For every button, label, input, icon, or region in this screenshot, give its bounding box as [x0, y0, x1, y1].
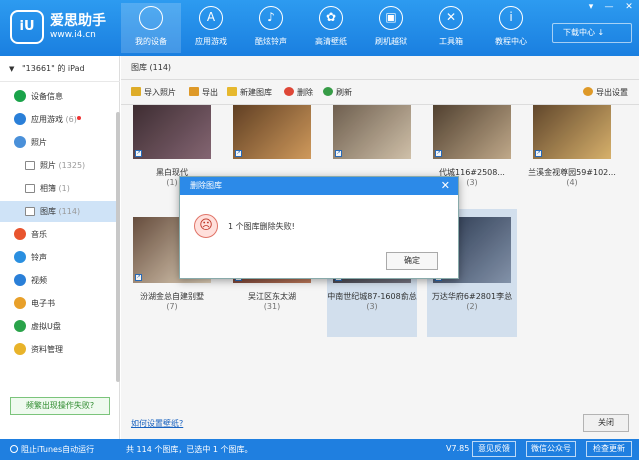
nav-label: 酷炫铃声: [255, 37, 287, 46]
nav-info[interactable]: i 教程中心: [481, 3, 541, 53]
sidebar-item-0[interactable]: 设备信息: [0, 86, 116, 107]
dialog-title: 删除图库: [190, 181, 222, 190]
app-window: iU 爱思助手 www.i4.cn 我的设备 A 应用游戏 ♪ 酷炫铃声 ✿ 高清壁纸 ▣ 刷机…: [0, 0, 639, 460]
video-icon: [14, 274, 26, 286]
radio-icon[interactable]: [10, 445, 18, 453]
nav-tools[interactable]: ✕ 工具箱: [421, 3, 481, 53]
folder-icon: [25, 161, 35, 170]
file-icon: [14, 343, 26, 355]
folder-icon: [25, 207, 35, 216]
sad-face-icon: ☹: [194, 214, 218, 238]
sidebar-item-count: (1325): [58, 161, 86, 170]
sidebar-item-label: 图库: [40, 207, 56, 216]
close-window-icon[interactable]: ✕: [624, 2, 634, 12]
sidebar-item-7[interactable]: 铃声: [0, 247, 116, 268]
app-store-icon: A: [199, 6, 223, 30]
block-itunes-toggle[interactable]: 阻止iTunes自动运行: [10, 444, 94, 455]
brand-title: 爱思助手: [50, 13, 106, 29]
dialog-message: 1 个图库删除失败!: [228, 222, 295, 231]
notification-dot: [76, 116, 81, 120]
check-update-button[interactable]: 检查更新: [586, 441, 632, 457]
nav-app-store[interactable]: A 应用游戏: [181, 3, 241, 53]
sidebar-item-label: 照片: [31, 138, 47, 147]
menu-dropdown-icon[interactable]: ▾: [586, 2, 596, 12]
sidebar-item-label: 资料管理: [31, 345, 63, 354]
nav-label: 工具箱: [439, 37, 463, 46]
collapse-caret-icon[interactable]: ▼: [9, 56, 14, 82]
minimize-icon[interactable]: —: [604, 2, 614, 12]
sidebar-item-11[interactable]: 资料管理: [0, 339, 116, 360]
status-bar: 阻止iTunes自动运行 共 114 个图库，已选中 1 个图库。 V7.85 …: [0, 439, 639, 460]
sidebar-item-count: (6): [65, 115, 77, 124]
info-icon: i: [499, 6, 523, 30]
wechat-button[interactable]: 微信公众号: [526, 441, 576, 457]
nav-apple[interactable]: 我的设备: [121, 3, 181, 53]
sidebar: ▼ "13661" 的 iPad 设备信息 应用游戏 (6) 照片 照片 (1325)…: [0, 56, 120, 439]
brand-url: www.i4.cn: [50, 30, 96, 40]
app-logo: iU 爱思助手 www.i4.cn: [6, 8, 126, 48]
top-navigation-bar: iU 爱思助手 www.i4.cn 我的设备 A 应用游戏 ♪ 酷炫铃声 ✿ 高清壁纸 ▣ 刷机…: [0, 0, 639, 56]
flower-icon: ✿: [319, 6, 343, 30]
dialog-header: 删除图库 ✕: [180, 177, 458, 195]
nav-label: 刷机越狱: [375, 37, 407, 46]
device-name: "13661" 的 iPad: [22, 64, 85, 73]
sidebar-item-label: 音乐: [31, 230, 47, 239]
sidebar-item-count: (114): [58, 207, 81, 216]
sidebar-item-1[interactable]: 应用游戏 (6): [0, 109, 116, 130]
sidebar-item-10[interactable]: 虚拟U盘: [0, 316, 116, 337]
sidebar-item-4[interactable]: 相簿 (1): [0, 178, 116, 199]
info-icon: [14, 90, 26, 102]
sidebar-item-label: 照片: [40, 161, 56, 170]
device-selector[interactable]: ▼ "13661" 的 iPad: [0, 56, 120, 82]
apple-icon: [139, 6, 163, 30]
sidebar-item-label: 铃声: [31, 253, 47, 262]
confirm-button[interactable]: 确定: [386, 252, 438, 270]
status-summary: 共 114 个图库，已选中 1 个图库。: [126, 445, 253, 454]
photo-icon: [14, 136, 26, 148]
box-icon: ▣: [379, 6, 403, 30]
dialog-close-icon[interactable]: ✕: [441, 177, 450, 195]
sidebar-item-3[interactable]: 照片 (1325): [0, 155, 116, 176]
music-icon: [14, 228, 26, 240]
operation-fix-button[interactable]: 频繁出现操作失败?: [10, 397, 110, 415]
logo-mark-icon: iU: [10, 10, 44, 44]
feedback-button[interactable]: 意见反馈: [472, 441, 516, 457]
nav-label: 教程中心: [495, 37, 527, 46]
nav-label: 高清壁纸: [315, 37, 347, 46]
folder-icon: [25, 184, 35, 193]
nav-label: 应用游戏: [195, 37, 227, 46]
sidebar-item-label: 相簿: [40, 184, 56, 193]
bell-icon: [14, 251, 26, 263]
sidebar-item-label: 电子书: [31, 299, 55, 308]
bell-icon: ♪: [259, 6, 283, 30]
sidebar-item-label: 设备信息: [31, 92, 63, 101]
book-icon: [14, 297, 26, 309]
sidebar-item-label: 应用游戏: [31, 115, 63, 124]
delete-library-dialog: 删除图库 ✕ ☹ 1 个图库删除失败! 确定: [179, 176, 459, 279]
sidebar-item-5[interactable]: 图库 (114): [0, 201, 116, 222]
sidebar-item-2[interactable]: 照片: [0, 132, 116, 153]
usb-icon: [14, 320, 26, 332]
sidebar-item-count: (1): [58, 184, 70, 193]
sidebar-item-6[interactable]: 音乐: [0, 224, 116, 245]
nav-box[interactable]: ▣ 刷机越狱: [361, 3, 421, 53]
tools-icon: ✕: [439, 6, 463, 30]
download-center-button[interactable]: 下载中心 ↓: [552, 23, 632, 43]
nav-bell[interactable]: ♪ 酷炫铃声: [241, 3, 301, 53]
sidebar-scrollbar[interactable]: [116, 112, 120, 382]
sidebar-item-8[interactable]: 视频: [0, 270, 116, 291]
nav-label: 我的设备: [135, 37, 167, 46]
app-icon: [14, 113, 26, 125]
sidebar-item-9[interactable]: 电子书: [0, 293, 116, 314]
sidebar-item-label: 虚拟U盘: [31, 322, 61, 331]
version-label: V7.85: [446, 444, 470, 453]
nav-flower[interactable]: ✿ 高清壁纸: [301, 3, 361, 53]
sidebar-item-label: 视频: [31, 276, 47, 285]
